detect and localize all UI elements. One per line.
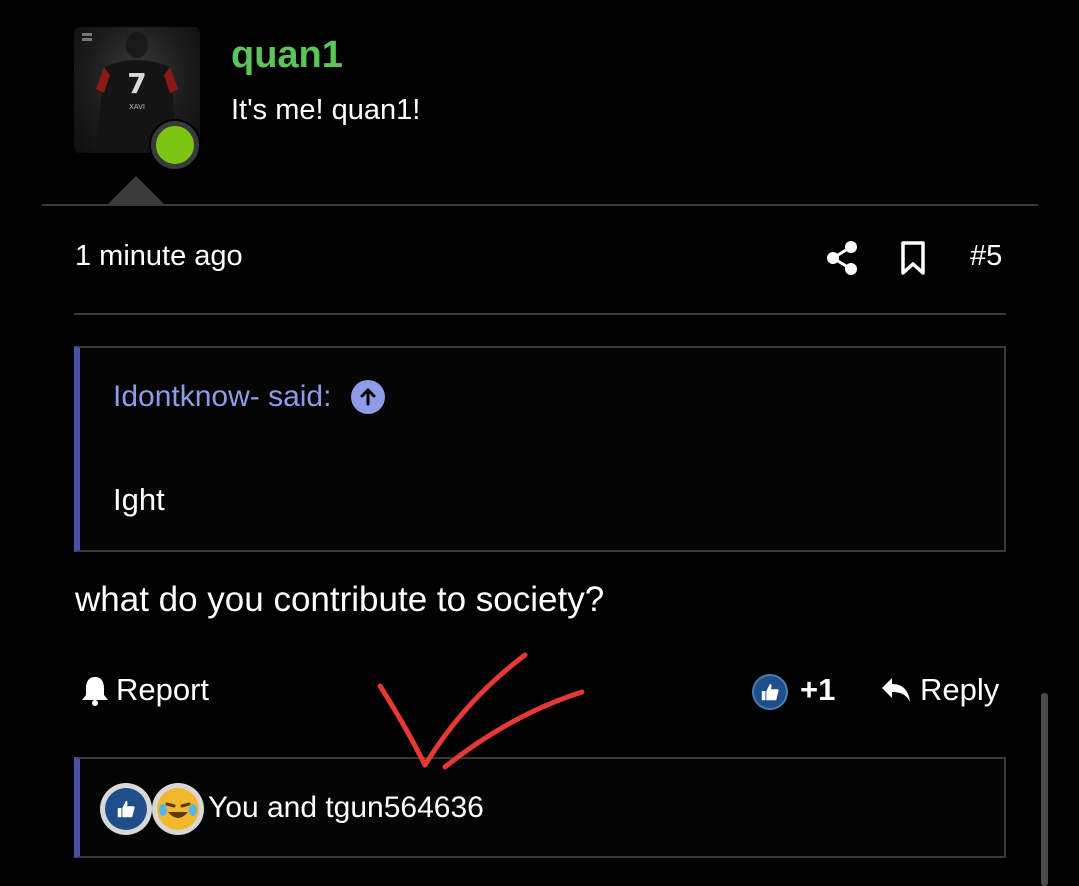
username[interactable]: quan1 <box>231 34 343 77</box>
reactions-bar[interactable]: You and tgun564636 <box>74 757 1006 858</box>
post-number-link[interactable]: #5 <box>970 240 1002 273</box>
user-card-pointer <box>106 176 166 206</box>
online-status-indicator <box>151 121 199 169</box>
reply-label: Reply <box>920 672 1000 707</box>
post-timestamp[interactable]: 1 minute ago <box>75 240 243 273</box>
quote-header[interactable]: Idontknow- said: <box>113 380 386 414</box>
reaction-count[interactable]: +1 <box>800 672 835 708</box>
bookmark-icon <box>901 241 925 275</box>
user-title: It's me! quan1! <box>231 94 421 126</box>
like-icon <box>100 783 152 835</box>
share-icon <box>827 241 857 275</box>
divider <box>42 204 1038 206</box>
scrollbar[interactable] <box>1041 693 1048 886</box>
forum-post: 7 XAVI quan1 It's me! quan1! 1 minute ag… <box>0 0 1079 886</box>
report-label: Report <box>116 672 210 707</box>
jersey-number: 7 <box>127 67 146 100</box>
jersey-name: XAVI <box>129 103 145 111</box>
quote-block: Idontknow- said: Ight <box>74 346 1006 552</box>
reactions-summary[interactable]: You and tgun564636 <box>208 791 484 825</box>
reply-icon <box>882 678 910 702</box>
post-message: what do you contribute to society? <box>75 580 605 619</box>
divider <box>74 313 1006 315</box>
quote-body: Ight <box>113 482 165 517</box>
share-button[interactable] <box>824 240 860 276</box>
arrow-up-circle-icon[interactable] <box>351 380 386 414</box>
laugh-icon <box>152 783 204 835</box>
report-button[interactable]: Report <box>80 672 209 708</box>
bell-icon <box>82 677 108 706</box>
bookmark-button[interactable] <box>898 240 928 276</box>
reply-button[interactable]: Reply <box>880 672 999 708</box>
like-icon[interactable] <box>752 674 788 710</box>
quote-author[interactable]: Idontknow- said: <box>113 380 331 414</box>
